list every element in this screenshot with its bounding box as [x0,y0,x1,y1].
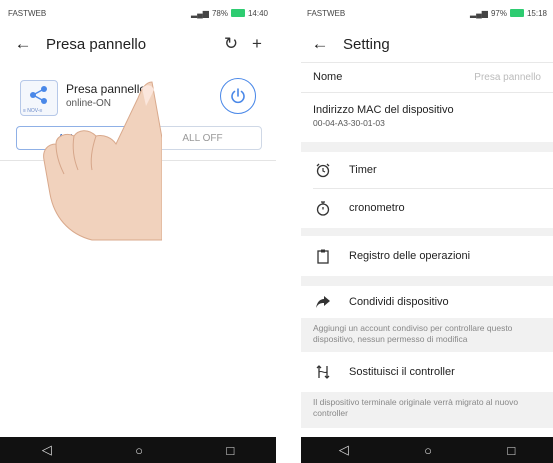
name-label: Nome [313,71,343,83]
refresh-icon[interactable]: ↻ [218,34,244,54]
share-arrow-icon [313,294,333,310]
nav-bar: ◁ ○ □ [301,437,553,463]
alarm-clock-icon [313,162,333,178]
back-arrow-icon[interactable]: ← [8,34,38,54]
nav-home-icon[interactable]: ○ [135,443,143,458]
left-screen: FASTWEB ▂▄▆ 78% 14:40 ← Presa pannello ↻… [0,0,276,463]
name-row[interactable]: Nome Presa pannello [301,62,553,92]
clock: 15:18 [526,8,547,18]
operation-log-row[interactable]: Registro delle operazioni [301,236,553,276]
operation-log-label: Registro delle operazioni [349,250,471,262]
name-value: Presa pannello [474,71,541,83]
replace-hint: Il dispositivo terminale originale verrà… [301,392,553,428]
battery-icon [509,9,524,17]
signal-icon: ▂▄▆ [190,8,209,18]
stopwatch-row[interactable]: cronometro [301,188,553,228]
pointing-hand-image [43,81,162,241]
clipboard-icon [313,248,333,264]
signal-icon: ▂▄▆ [469,8,488,18]
carrier-label: FASTWEB [307,8,346,18]
battery-icon [230,9,245,17]
page-title: Presa pannello [46,35,147,53]
share-device-label: Condividi dispositivo [349,296,449,308]
mac-value: 00-04-A3-30-01-03 [313,118,385,128]
power-button[interactable] [220,78,256,114]
stopwatch-icon [313,200,333,216]
back-arrow-icon[interactable]: ← [305,34,335,54]
timer-row[interactable]: Timer [301,152,553,188]
stopwatch-label: cronometro [349,202,405,214]
nav-home-icon[interactable]: ○ [424,443,432,458]
nav-back-icon[interactable]: ◁ [339,442,349,458]
add-icon[interactable]: + [244,34,270,54]
battery-percent: 78% [211,8,228,18]
status-bar: FASTWEB ▂▄▆ 97% 15:18 [301,0,553,26]
mac-label: Indirizzo MAC del dispositivo [313,104,454,116]
carrier-label: FASTWEB [8,8,47,18]
app-bar: ← Setting [301,26,553,62]
replace-controller-label: Sostituisci il controller [349,366,455,378]
nav-recents-icon[interactable]: □ [226,443,234,458]
status-bar: FASTWEB ▂▄▆ 78% 14:40 [0,0,276,26]
timer-label: Timer [349,164,377,176]
replace-controller-row[interactable]: Sostituisci il controller [301,352,553,392]
power-icon [231,88,245,104]
mac-row: Indirizzo MAC del dispositivo 00-04-A3-3… [301,104,553,128]
app-bar: ← Presa pannello ↻ + [0,26,276,62]
share-device-row[interactable]: Condividi dispositivo [301,286,553,318]
nav-back-icon[interactable]: ◁ [42,442,52,458]
page-title: Setting [343,35,390,53]
swap-controller-icon [313,364,333,380]
right-screen: FASTWEB ▂▄▆ 97% 15:18 ← Setting Nome Pre… [301,0,553,463]
nav-recents-icon[interactable]: □ [507,443,515,458]
nav-bar: ◁ ○ □ [0,437,276,463]
share-hint: Aggiungi un account condiviso per contro… [301,318,553,352]
clock: 14:40 [247,8,268,18]
battery-percent: 97% [490,8,507,18]
